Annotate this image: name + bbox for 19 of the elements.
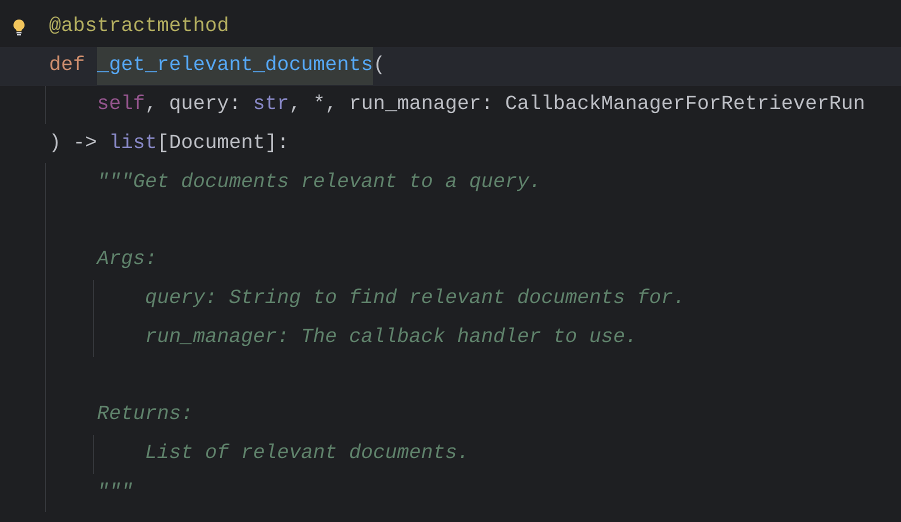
docstring-text: """Get documents relevant to a query. — [96, 170, 542, 195]
keyword: def — [49, 54, 86, 78]
code-text: ) -> — [49, 132, 98, 156]
code-text: , query: — [145, 92, 242, 117]
docstring-text: Returns: — [96, 403, 194, 428]
docstring-text: """ — [96, 480, 134, 505]
docstring-text: run_manager: The callback handler to use. — [144, 326, 638, 350]
docstring-text: query: String to find relevant documents for. — [144, 286, 686, 311]
docstring-text: List of relevant documents. — [144, 442, 470, 466]
lightbulb-icon[interactable] — [12, 18, 24, 36]
decorator-text: @abstractmethod — [49, 15, 230, 40]
builtin-type: str — [253, 92, 290, 117]
code-text: , *, run_manager: CallbackManagerForRetrieverRun — [289, 92, 866, 117]
code-text: ( — [373, 54, 386, 78]
docstring-text: Args: — [95, 248, 158, 272]
self-parameter: self — [96, 92, 146, 117]
code-text: [Document]: — [157, 132, 290, 156]
builtin-type: list — [109, 132, 158, 156]
function-name: _get_relevant_documents — [97, 47, 374, 86]
